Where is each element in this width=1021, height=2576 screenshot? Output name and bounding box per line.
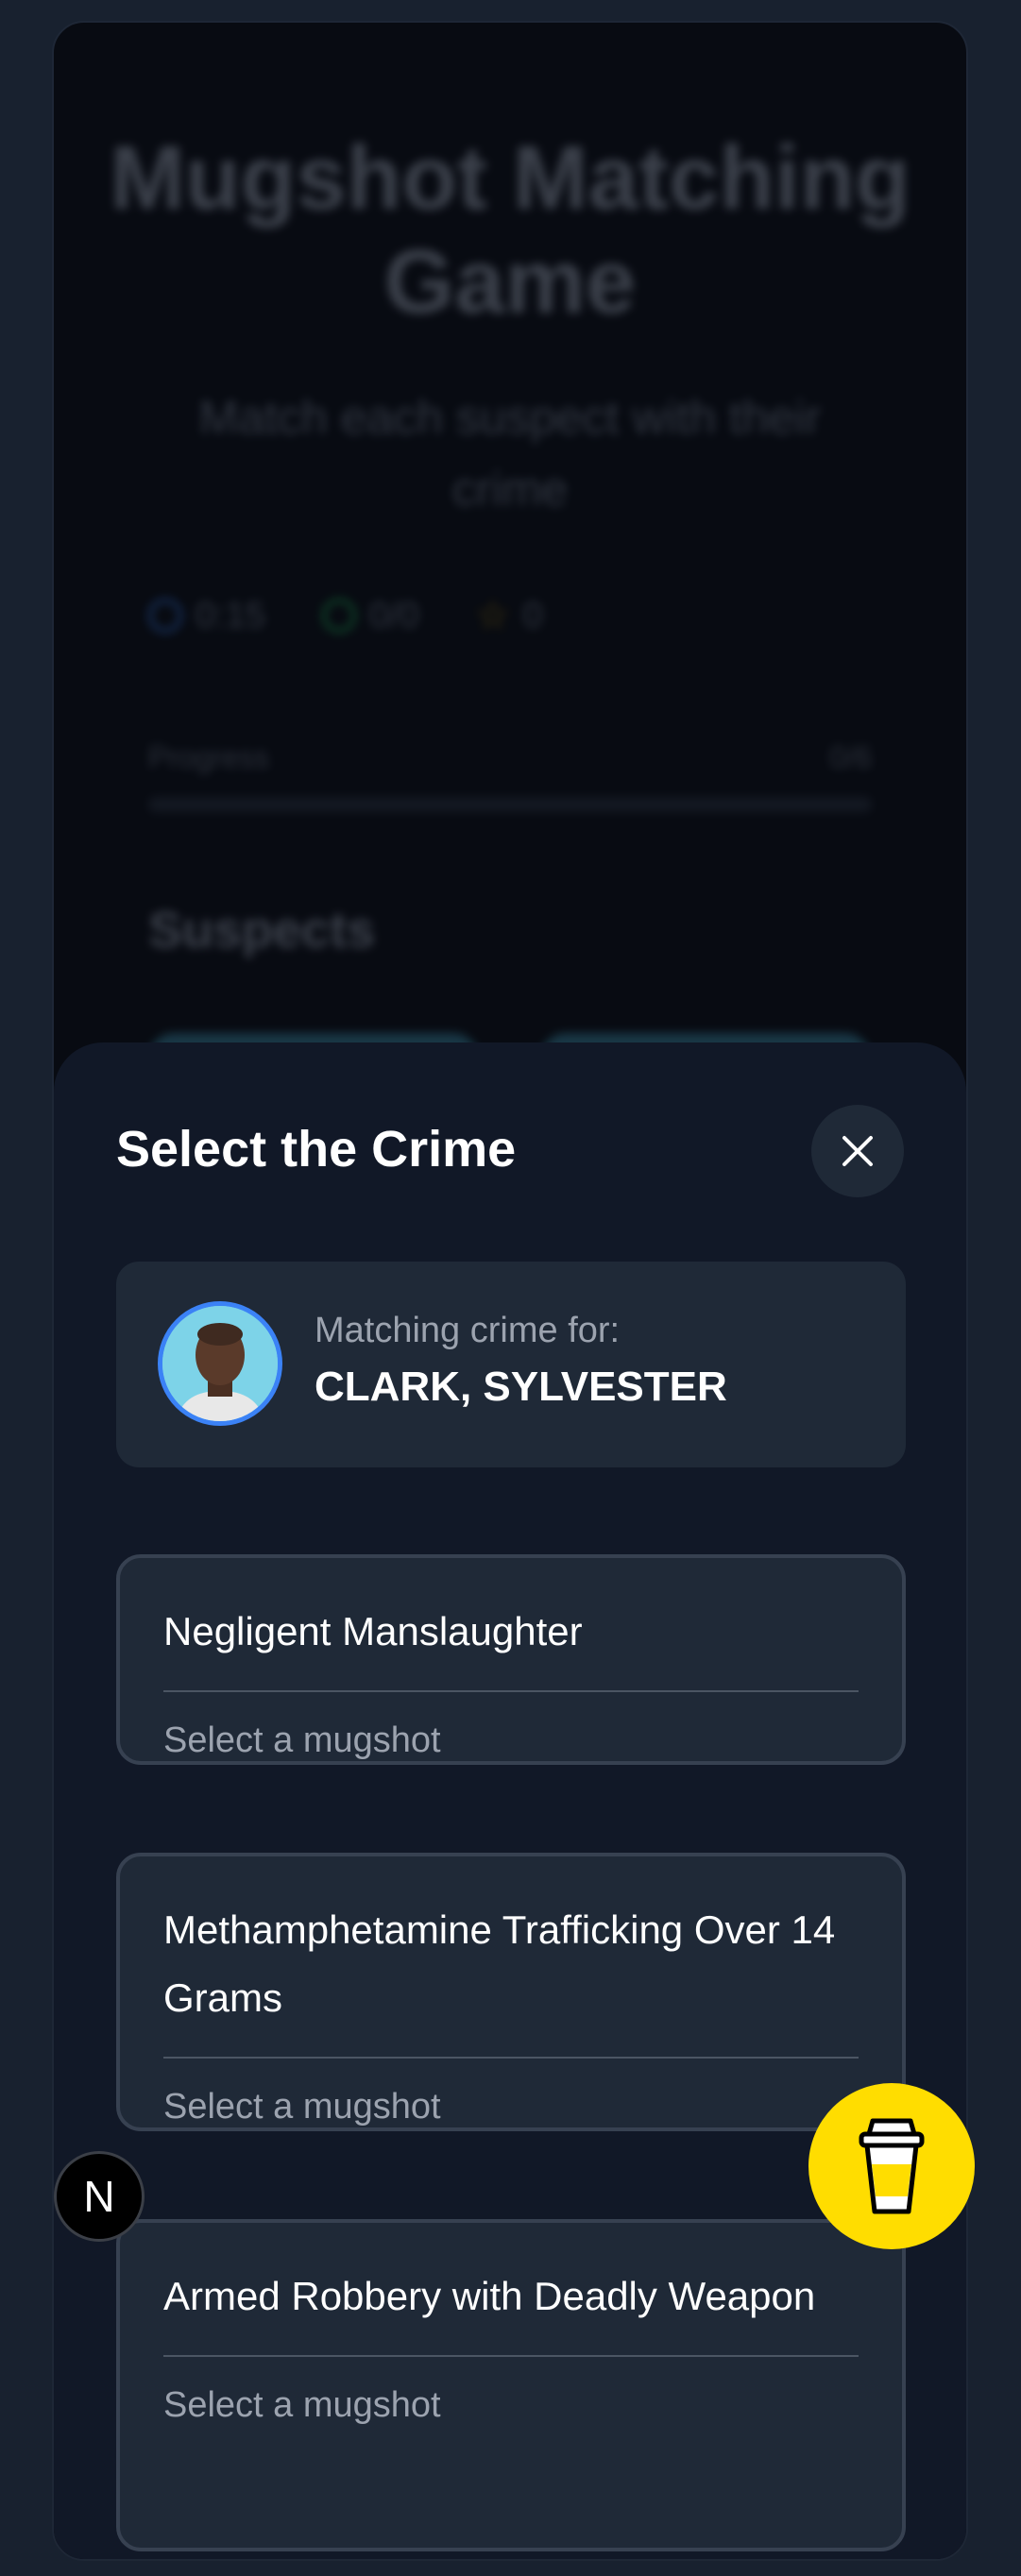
close-icon bbox=[842, 1136, 873, 1166]
progress-bar bbox=[148, 797, 872, 812]
suspect-name: CLARK, SYLVESTER bbox=[315, 1364, 727, 1410]
framework-badge[interactable]: N bbox=[54, 2151, 145, 2242]
matching-label: Matching crime for: bbox=[315, 1311, 621, 1350]
progress-header: Progress 0/6 bbox=[148, 740, 872, 775]
stats-row: 0:15 0/0 ☆ 0 bbox=[148, 594, 543, 637]
coffee-cup-icon bbox=[859, 2118, 925, 2214]
crime-title: Armed Robbery with Deadly Weapon bbox=[163, 2274, 816, 2318]
close-button[interactable] bbox=[811, 1105, 904, 1197]
crime-option[interactable]: Negligent Manslaughter Select a mugshot bbox=[116, 1554, 906, 1765]
crime-hint: Select a mugshot bbox=[163, 2385, 441, 2425]
suspects-heading: Suspects bbox=[148, 902, 376, 958]
framework-badge-letter: N bbox=[83, 2172, 115, 2221]
progress-label: Progress bbox=[148, 740, 270, 774]
matches-value: 0/0 bbox=[368, 595, 419, 636]
progress-value: 0/6 bbox=[829, 740, 872, 774]
crime-title: Negligent Manslaughter bbox=[163, 1609, 583, 1653]
game-subtitle: Match each suspect with their crime bbox=[198, 391, 822, 516]
sheet-title: Select the Crime bbox=[116, 1121, 517, 1178]
game-title: Mugshot Matching Game bbox=[110, 127, 910, 332]
score-value: 0 bbox=[522, 595, 543, 636]
timer-stat: 0:15 bbox=[148, 594, 265, 637]
score-stat: ☆ 0 bbox=[476, 594, 543, 637]
crime-option[interactable]: Methamphetamine Trafficking Over 14 Gram… bbox=[116, 1853, 906, 2131]
matches-stat: 0/0 bbox=[321, 594, 419, 637]
crime-title: Methamphetamine Trafficking Over 14 Gram… bbox=[163, 1907, 836, 2020]
timer-value: 0:15 bbox=[196, 595, 265, 636]
suspect-avatar bbox=[158, 1301, 282, 1426]
crime-hint: Select a mugshot bbox=[163, 2087, 441, 2127]
crime-hint: Select a mugshot bbox=[163, 1720, 441, 1760]
star-icon: ☆ bbox=[475, 595, 510, 636]
crime-selection-sheet: Select the Crime Matching crime for: CLA… bbox=[54, 1042, 966, 2559]
crime-option[interactable]: Armed Robbery with Deadly Weapon Select … bbox=[116, 2219, 906, 2551]
buy-coffee-button[interactable] bbox=[808, 2083, 975, 2249]
timer-icon bbox=[148, 599, 182, 633]
selected-suspect-panel: Matching crime for: CLARK, SYLVESTER bbox=[116, 1262, 906, 1467]
target-icon bbox=[321, 599, 356, 633]
